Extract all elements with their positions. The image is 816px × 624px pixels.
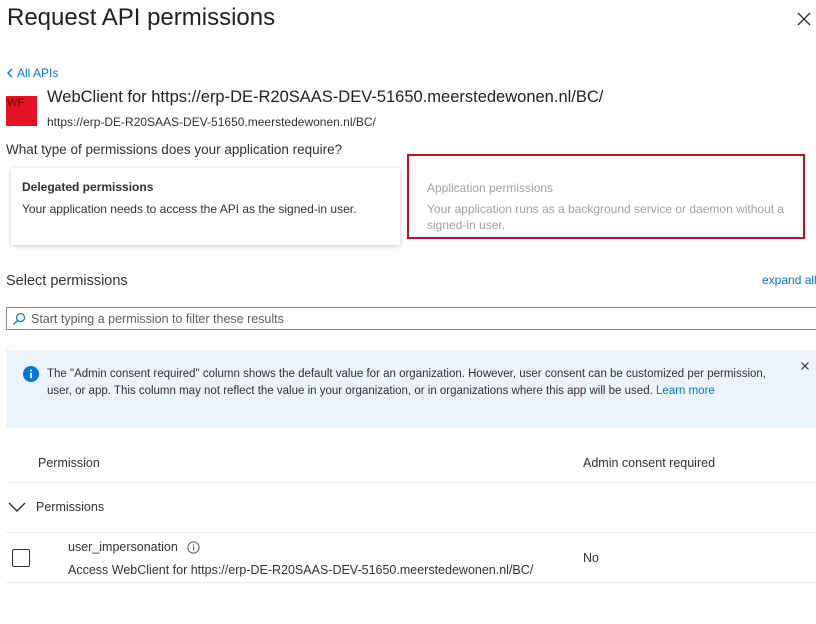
close-icon — [801, 362, 809, 370]
permission-name: user_impersonation — [68, 540, 200, 554]
close-button[interactable] — [794, 9, 814, 29]
back-link-label: All APIs — [17, 66, 59, 80]
application-permissions-description: Your application runs as a background se… — [427, 202, 785, 232]
learn-more-link[interactable]: Learn more — [656, 385, 715, 397]
delegated-permissions-description: Your application needs to access the API… — [22, 202, 357, 216]
permission-type-question: What type of permissions does your appli… — [6, 142, 343, 157]
header-divider — [6, 482, 816, 483]
close-icon — [797, 12, 811, 26]
select-permissions-heading: Select permissions — [6, 273, 128, 289]
delegated-permissions-card[interactable]: Delegated permissions Your application n… — [11, 168, 400, 245]
panel-title: Request API permissions — [7, 4, 276, 31]
column-header-admin-consent: Admin consent required — [583, 456, 716, 470]
info-icon — [23, 366, 39, 382]
api-name: WebClient for https://erp-DE-R20SAAS-DEV… — [47, 88, 604, 106]
row-divider — [6, 582, 816, 583]
permission-checkbox[interactable] — [12, 549, 30, 567]
admin-consent-info-banner: The "Admin consent required" column show… — [6, 350, 816, 428]
admin-consent-value: No — [583, 551, 599, 565]
permission-search-box[interactable] — [6, 307, 816, 330]
permissions-group-toggle[interactable]: Permissions — [6, 500, 104, 514]
search-icon — [13, 312, 26, 325]
api-logo-badge: WF — [6, 96, 37, 126]
back-to-all-apis-link[interactable]: All APIs — [6, 66, 58, 80]
application-permissions-card[interactable]: Application permissions Your application… — [407, 154, 805, 239]
permission-search-input[interactable] — [31, 311, 816, 326]
chevron-left-icon — [7, 68, 13, 78]
permission-name-label: user_impersonation — [68, 540, 178, 554]
permission-description: Access WebClient for https://erp-DE-R20S… — [68, 563, 534, 577]
info-banner-message: The "Admin consent required" column show… — [47, 366, 787, 400]
api-url: https://erp-DE-R20SAAS-DEV-51650.meerste… — [47, 115, 376, 129]
group-divider — [6, 532, 816, 533]
permissions-group-label: Permissions — [36, 500, 105, 514]
delegated-permissions-title: Delegated permissions — [22, 180, 154, 194]
column-header-permission: Permission — [38, 456, 100, 470]
chevron-down-icon — [8, 502, 26, 512]
info-circle-icon[interactable] — [187, 540, 200, 554]
expand-all-link[interactable]: expand all — [762, 273, 816, 287]
application-permissions-title: Application permissions — [427, 181, 554, 195]
dismiss-banner-button[interactable] — [798, 359, 812, 373]
